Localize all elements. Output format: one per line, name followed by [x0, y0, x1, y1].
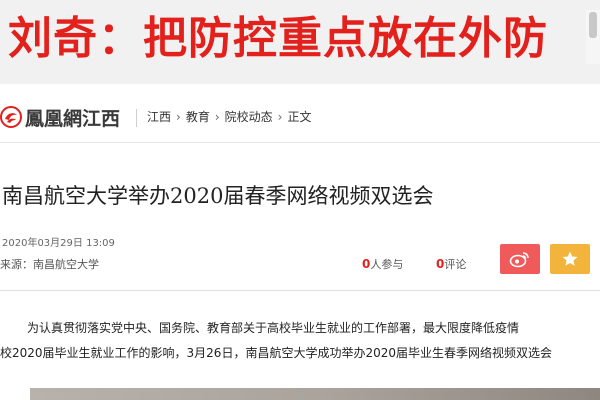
article-paragraph-1: 为认真贯彻落实党中央、国务院、教育部关于高校毕业生就业的工作部署，最大限度降低疫… — [27, 321, 520, 335]
banner-headline[interactable]: 刘奇：把防控重点放在外防 — [8, 6, 548, 72]
breadcrumb: 江西 › 教育 › 院校动态 › 正文 — [147, 108, 312, 125]
favorite-button[interactable] — [550, 244, 590, 274]
breadcrumb-school-news[interactable]: 院校动态 — [225, 108, 273, 125]
article-source: 来源：南昌航空大学 — [0, 258, 99, 271]
article-photo — [0, 388, 600, 400]
comments-count[interactable]: 0评论 — [436, 256, 466, 272]
breadcrumb-jiangxi[interactable]: 江西 — [147, 108, 171, 125]
headline-banner[interactable]: 刘奇：把防控重点放在外防 — [0, 0, 600, 84]
breadcrumb-current: 正文 — [287, 110, 312, 124]
site-logo[interactable]: 鳳凰網江西 — [0, 104, 120, 130]
publish-date: 2020年03月29日 13:09 — [2, 238, 115, 249]
comments-label: 评论 — [444, 258, 467, 271]
logo-text: 鳳凰網江西 — [25, 107, 121, 130]
site-nav: 鳳凰網江西 江西 › 教育 › 院校动态 › 正文 — [0, 96, 600, 143]
breadcrumb-education[interactable]: 教育 — [186, 108, 210, 125]
share-weibo-button[interactable] — [500, 244, 540, 274]
article-title: 南昌航空大学举办2020届春季网络视频双选会 — [2, 184, 434, 208]
participants-label: 人参与 — [370, 258, 404, 271]
content-divider — [0, 290, 600, 291]
breadcrumb-separator: › — [277, 109, 283, 124]
weibo-icon — [509, 252, 529, 268]
nav-divider — [136, 109, 137, 127]
article-paragraph-2: 校2020届毕业生就业工作的影响，3月26日，南昌航空大学成功举办2020届毕业… — [0, 346, 552, 360]
breadcrumb-separator: › — [176, 109, 181, 124]
participants-count[interactable]: 0人参与 — [362, 256, 403, 272]
phoenix-logo-icon — [0, 106, 22, 128]
banner-scrollbar[interactable] — [586, 10, 600, 64]
star-icon — [562, 251, 578, 266]
breadcrumb-separator: › — [214, 109, 220, 124]
